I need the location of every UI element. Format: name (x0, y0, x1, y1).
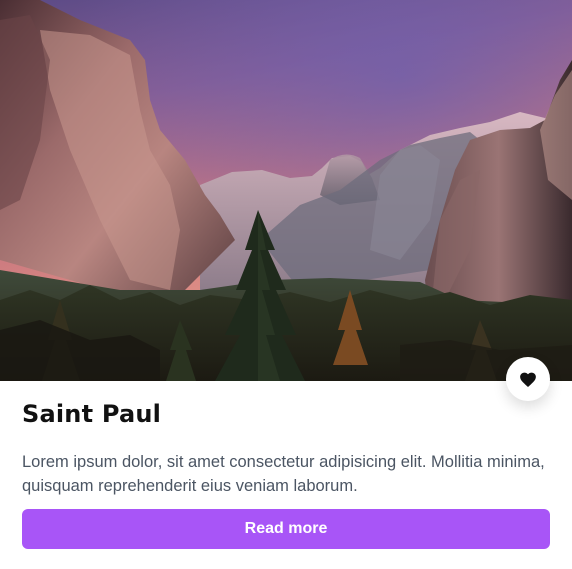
place-card: Saint Paul Lorem ipsum dolor, sit amet c… (0, 0, 572, 569)
card-description: Lorem ipsum dolor, sit amet consectetur … (22, 453, 545, 495)
mountain-landscape-image (0, 0, 572, 381)
heart-icon (520, 372, 536, 387)
favorite-button[interactable] (506, 357, 550, 401)
read-more-button[interactable]: Read more (22, 509, 550, 549)
card-image (0, 0, 572, 381)
card-title: Saint Paul (22, 400, 162, 428)
